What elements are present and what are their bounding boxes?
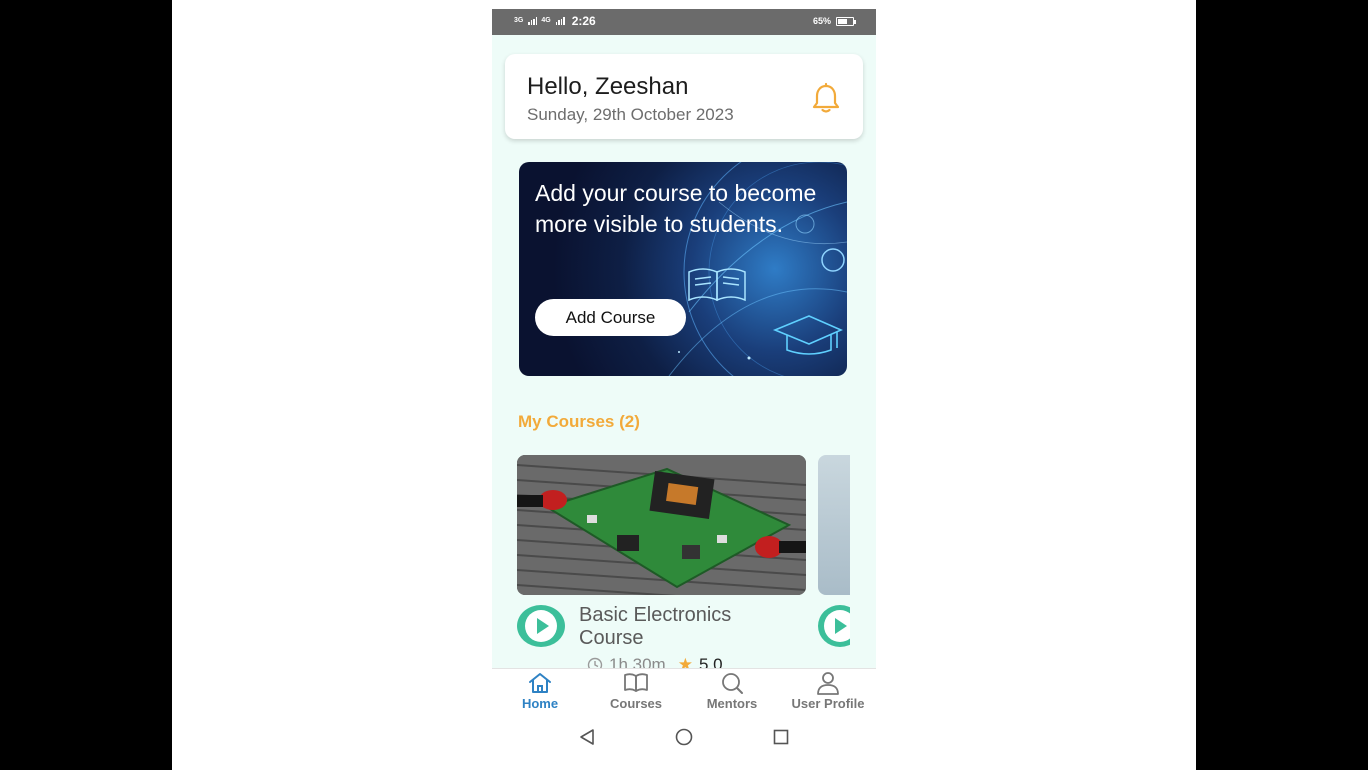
book-icon [624,673,648,692]
greeting-card: Hello, Zeeshan Sunday, 29th October 2023 [505,54,863,139]
status-bar: 3G 4G 2:26 65% [492,9,876,35]
user-icon [817,672,839,695]
home-icon [529,673,551,693]
system-navigation-bar [492,714,876,761]
bottom-navigation: Home Courses Mentors User Profile [492,668,876,714]
nav-home[interactable]: Home [492,671,588,715]
signal-icon-2 [555,17,565,25]
nav-mentors[interactable]: Mentors [684,671,780,715]
search-icon [722,673,743,694]
course-card-thumbnail[interactable] [517,455,806,595]
my-courses-title: My Courses (2) [518,412,640,431]
play-course-button-2[interactable] [818,605,850,647]
network-type-1: 3G [514,17,524,24]
phone-screen: 3G 4G 2:26 65% Hello, Zeeshan Sunday, 29… [492,9,876,761]
play-icon-2 [835,618,847,634]
nav-user-profile[interactable]: User Profile [780,671,876,715]
nav-home-label: Home [521,696,559,711]
recents-icon[interactable] [772,728,790,746]
play-icon [537,618,549,634]
letterbox-left [0,0,172,770]
letterbox-right [1196,0,1368,770]
nav-user-profile-label: User Profile [791,696,865,711]
course-card-thumbnail-2[interactable] [818,455,850,595]
course-meta: 1h 30m ★ 5.0 [587,655,723,668]
nav-courses-label: Courses [609,696,663,711]
status-right: 65% [812,16,856,26]
circuit-board-image [517,455,806,595]
back-icon[interactable] [578,728,596,746]
battery-icon [836,16,856,26]
greeting-title: Hello, Zeeshan [527,73,689,100]
promo-banner: Add your course to become more visible t… [519,162,847,376]
nav-courses[interactable]: Courses [588,671,684,715]
status-left: 3G 4G 2:26 [514,14,596,28]
course-title[interactable]: Basic Electronics Course [579,604,779,650]
course-rating: 5.0 [698,655,723,668]
nav-mentors-label: Mentors [706,696,758,711]
greeting-date: Sunday, 29th October 2023 [527,105,734,124]
battery-percent: 65% [812,16,831,26]
bell-icon[interactable] [809,82,843,116]
banner-message: Add your course to become more visible t… [535,180,817,237]
star-icon: ★ [677,655,693,668]
home-circle-icon[interactable] [675,728,693,746]
network-type-2: 4G [541,17,551,24]
course-duration: 1h 30m [609,655,666,668]
clock-icon [587,657,603,668]
screen: 3G 4G 2:26 65% Hello, Zeeshan Sunday, 29… [0,0,1368,770]
signal-icon [528,17,538,25]
play-course-button[interactable] [517,605,565,647]
status-time: 2:26 [571,14,596,28]
home-screen: Hello, Zeeshan Sunday, 29th October 2023 [492,35,876,668]
add-course-button[interactable]: Add Course [535,299,686,336]
